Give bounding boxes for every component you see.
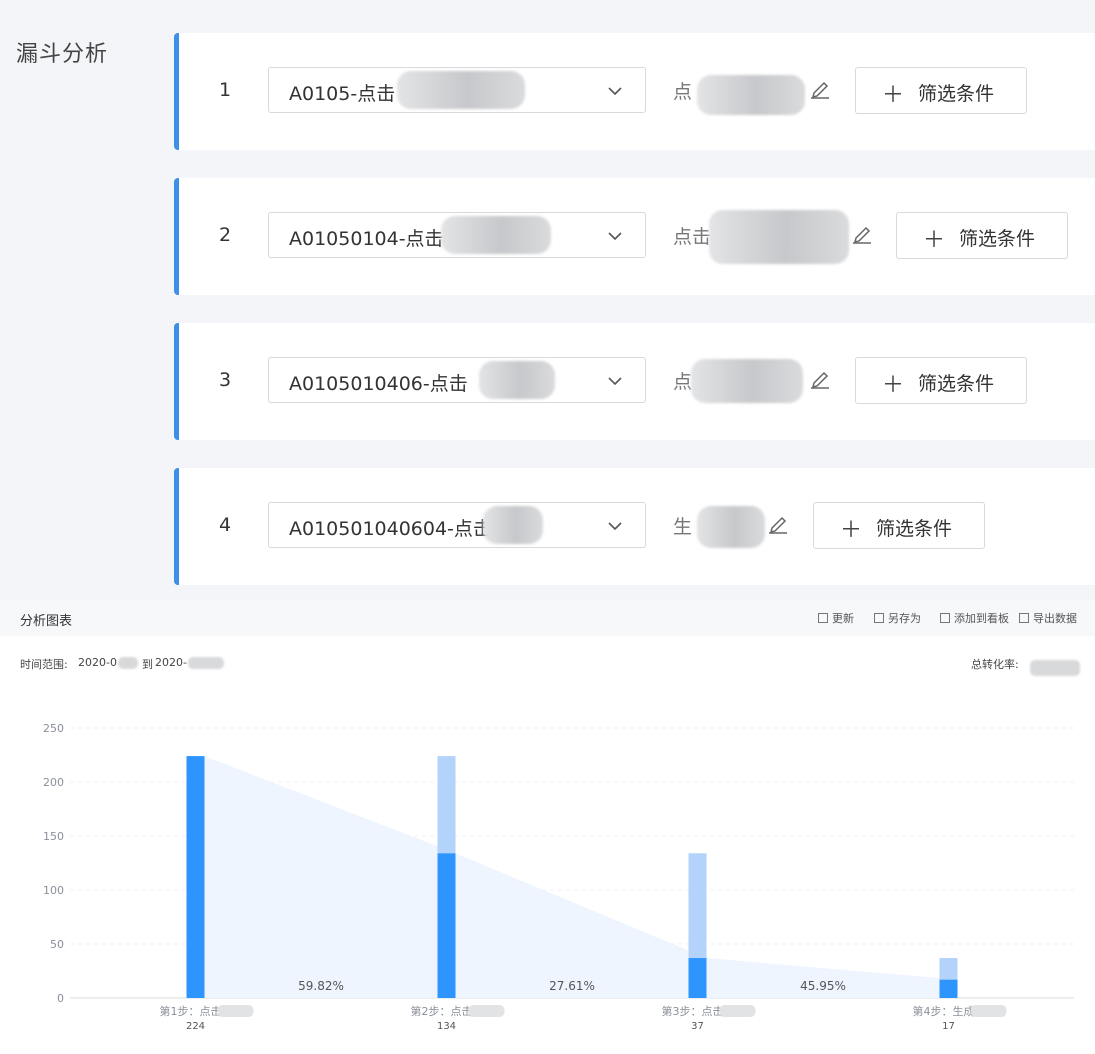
funnel-step-card: 1 A0105-点击 点 ＋ 筛选条件 (174, 33, 1095, 150)
add-filter-button[interactable]: ＋ 筛选条件 (896, 212, 1068, 259)
conversion-rate-label: 45.95% (800, 979, 846, 993)
step-count-label: 224 (186, 1021, 205, 1032)
step-alias: 点 (673, 371, 693, 393)
edit-icon[interactable] (851, 222, 873, 244)
redacted-alias (691, 359, 803, 403)
y-tick-label: 150 (43, 830, 64, 843)
bar-converted (437, 853, 456, 998)
refresh-icon (818, 613, 828, 623)
time-range-end: 2020- (155, 656, 187, 669)
add-filter-label: 筛选条件 (918, 373, 995, 395)
event-select[interactable]: A0105-点击 (268, 67, 646, 113)
plus-icon: ＋ (923, 228, 946, 253)
time-range-start: 2020-0 (78, 656, 117, 669)
bar-converted (688, 958, 707, 998)
chart-panel-header: 分析图表 更新 另存为 添加到看板 导出数据 (0, 600, 1095, 636)
redacted-text (483, 506, 543, 544)
bar-dropoff (939, 958, 958, 980)
step-number: 4 (219, 514, 232, 536)
event-select-value: A01050104-点击 (289, 228, 444, 250)
add-filter-label: 筛选条件 (876, 518, 953, 540)
export-data-button[interactable]: 导出数据 (1019, 610, 1077, 626)
time-range-label: 时间范围: (20, 658, 68, 671)
redacted-date (118, 657, 138, 669)
bar-dropoff (437, 756, 456, 854)
step-number: 1 (219, 79, 232, 101)
step-number: 3 (219, 369, 232, 391)
add-filter-button[interactable]: ＋ 筛选条件 (855, 67, 1027, 114)
chevron-down-icon (608, 87, 622, 96)
chevron-down-icon (608, 522, 622, 531)
plus-icon: ＋ (840, 518, 863, 543)
bar-dropoff (688, 853, 707, 959)
plus-icon: ＋ (882, 83, 905, 108)
redacted-text (441, 216, 551, 254)
conversion-rate-label: 27.61% (549, 979, 595, 993)
y-tick-label: 0 (57, 992, 64, 1005)
step-count-label: 17 (942, 1021, 955, 1032)
share-icon (874, 613, 884, 623)
bar-converted (186, 756, 205, 998)
funnel-step-card: 3 A0105010406-点击 点 ＋ 筛选条件 (174, 323, 1095, 440)
redacted-date (188, 657, 224, 669)
redacted-label (970, 1005, 1007, 1017)
event-select-value: A0105-点击 (289, 83, 396, 105)
time-range-separator: 到 (142, 658, 153, 671)
bar-converted (939, 979, 958, 998)
redacted-alias (697, 75, 805, 115)
x-category-label: 第4步：生成 (913, 1004, 975, 1018)
redacted-text (479, 361, 555, 399)
step-alias: 生 (673, 516, 693, 538)
export-icon (1019, 613, 1029, 623)
x-category-label: 第2步：点击 (411, 1004, 473, 1018)
event-select-value: A010501040604-点击 (289, 518, 492, 540)
chevron-down-icon (608, 377, 622, 386)
funnel-step-card: 2 A01050104-点击 点击 ＋ 筛选条件 (174, 178, 1095, 295)
edit-icon[interactable] (767, 512, 789, 534)
redacted-label (217, 1005, 254, 1017)
page-title: 漏斗分析 (16, 42, 109, 67)
conversion-rate-label: 59.82% (298, 979, 344, 993)
redacted-value (1030, 660, 1080, 676)
step-number: 2 (219, 224, 232, 246)
add-filter-label: 筛选条件 (918, 83, 995, 105)
refresh-button[interactable]: 更新 (818, 610, 854, 626)
funnel-chart: 0 50 100 150 200 250 59.82% 27.61% 45.95% 第1步：点击 2… (43, 722, 1074, 1032)
event-select-value: A0105010406-点击 (289, 373, 468, 395)
add-filter-button[interactable]: ＋ 筛选条件 (813, 502, 985, 549)
step-count-label: 134 (437, 1021, 456, 1032)
redacted-alias (709, 210, 849, 264)
redacted-label (468, 1005, 505, 1017)
x-category-label: 第3步：点击 (662, 1004, 724, 1018)
chevron-down-icon (608, 232, 622, 241)
step-alias: 点 (673, 81, 693, 103)
x-category-label: 第1步：点击 (160, 1004, 222, 1018)
save-as-button[interactable]: 另存为 (874, 610, 921, 626)
edit-icon[interactable] (809, 77, 831, 99)
add-icon (940, 613, 950, 623)
edit-icon[interactable] (809, 367, 831, 389)
redacted-label (719, 1005, 756, 1017)
add-filter-button[interactable]: ＋ 筛选条件 (855, 357, 1027, 404)
plus-icon: ＋ (882, 373, 905, 398)
chart-panel-title: 分析图表 (20, 614, 73, 629)
event-select[interactable]: A010501040604-点击 (268, 502, 646, 548)
event-select[interactable]: A0105010406-点击 (268, 357, 646, 403)
add-filter-label: 筛选条件 (959, 228, 1036, 250)
analysis-chart-panel: 分析图表 更新 另存为 添加到看板 导出数据 时间范围: 2020-0 到 20… (0, 600, 1095, 1054)
redacted-alias (697, 506, 765, 548)
funnel-area (204, 756, 958, 998)
step-alias: 点击 (673, 226, 712, 248)
y-tick-label: 100 (43, 884, 64, 897)
funnel-step-card: 4 A010501040604-点击 生 ＋ 筛选条件 (174, 468, 1095, 585)
y-tick-label: 200 (43, 776, 64, 789)
y-tick-label: 50 (50, 938, 64, 951)
event-select[interactable]: A01050104-点击 (268, 212, 646, 258)
total-conversion-label: 总转化率: (971, 658, 1019, 671)
y-tick-label: 250 (43, 722, 64, 735)
redacted-text (397, 71, 525, 109)
step-count-label: 37 (691, 1021, 704, 1032)
add-to-dashboard-button[interactable]: 添加到看板 (940, 610, 1009, 626)
